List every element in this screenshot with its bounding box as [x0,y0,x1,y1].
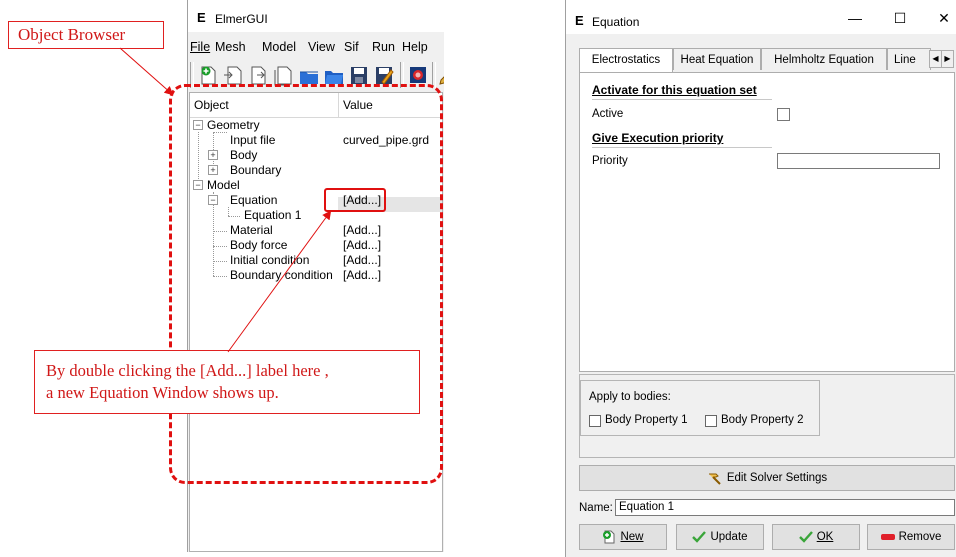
active-label: Active [592,108,624,120]
arrow-to-browser [119,47,174,96]
tab-electrostatics[interactable]: Electrostatics [579,48,673,72]
object-browser-dashed-outline [169,84,443,484]
instruction-callout: By double clicking the [Add...] label he… [34,350,420,414]
import-icon[interactable] [248,64,268,86]
minimize-button[interactable]: — [843,8,867,28]
priority-label: Priority [592,155,628,167]
apply-to-bodies-group: Apply to bodies: Body Property 1 Body Pr… [580,380,820,436]
update-button[interactable]: Update [676,524,764,550]
active-checkbox[interactable] [777,108,790,121]
elmer-logo-icon: E [575,13,584,28]
save-as-icon[interactable] [374,64,394,86]
callout-line-1: By double clicking the [Add...] label he… [46,361,329,380]
checkmark-icon [692,531,707,543]
button-label: Edit Solver Settings [726,472,828,484]
object-browser-annotation: Object Browser [8,21,164,49]
button-label: Update [710,531,748,543]
button-label: New [620,531,644,543]
equation-tabs: Electrostatics Heat Equation Helmholtz E… [579,48,955,72]
menu-view[interactable]: View [308,40,335,54]
priority-input[interactable] [777,153,940,169]
button-label: Remove [898,531,942,543]
close-button[interactable]: ✕ [932,8,956,28]
title-bar: E ElmerGUI [188,0,444,32]
open-folder-icon[interactable] [299,64,319,86]
new-icon [603,530,615,544]
tab-heat-equation[interactable]: Heat Equation [673,48,761,70]
edit-solver-settings-button[interactable]: Edit Solver Settings [579,465,955,491]
add-label-highlight [324,188,386,212]
new-file-icon[interactable] [198,64,218,86]
body-property-2-checkbox[interactable] [705,415,717,427]
window-title: ElmerGUI [215,12,268,26]
tab-helmholtz-equation[interactable]: Helmholtz Equation [761,48,887,70]
callout-line-2: a new Equation Window shows up. [46,383,279,402]
divider [592,99,772,100]
tab-scroll-right-icon[interactable]: ▶ [941,50,954,68]
copy-icon[interactable] [273,64,293,86]
menu-run[interactable]: Run [372,40,395,54]
minus-icon [880,533,895,540]
save-icon[interactable] [349,64,369,86]
name-input[interactable]: Equation 1 [615,499,955,516]
edit-icon[interactable] [438,64,444,86]
equation-window: E Equation — ☐ ✕ Electrostatics Heat Equ… [565,0,956,557]
remove-button[interactable]: Remove [867,524,955,550]
menu-help[interactable]: Help [402,40,428,54]
ok-button[interactable]: OK [772,524,860,550]
tab-line[interactable]: Line [887,48,931,70]
apply-to-bodies-label: Apply to bodies: [589,391,671,403]
menu-bar: File Mesh Model View Sif Run Help [188,38,444,58]
electrostatics-panel: Activate for this equation set Active Gi… [579,72,955,372]
menu-mesh[interactable]: Mesh [215,40,246,54]
hammer-icon [708,473,721,485]
body-property-2-label[interactable]: Body Property 2 [721,414,803,426]
checkmark-icon [798,531,813,543]
menu-sif[interactable]: Sif [344,40,359,54]
name-label: Name: [579,502,613,514]
window-title: Equation [592,15,640,29]
menu-model[interactable]: Model [262,40,296,54]
body-property-1-checkbox[interactable] [589,415,601,427]
body-property-1-label[interactable]: Body Property 1 [605,414,687,426]
open-mesh-icon[interactable] [223,64,243,86]
menu-file[interactable]: File [190,40,210,54]
elmer-logo-icon: E [197,10,206,25]
section-priority: Give Execution priority [592,131,724,145]
annotation-text: Object Browser [18,25,126,44]
new-button[interactable]: New [579,524,667,550]
open-project-icon[interactable] [324,64,344,86]
divider [592,147,772,148]
section-activate: Activate for this equation set [592,83,757,97]
model-view-icon[interactable] [408,64,428,86]
button-label: OK [816,531,834,543]
title-bar: E Equation — ☐ ✕ [566,0,956,34]
maximize-button[interactable]: ☐ [888,8,912,28]
